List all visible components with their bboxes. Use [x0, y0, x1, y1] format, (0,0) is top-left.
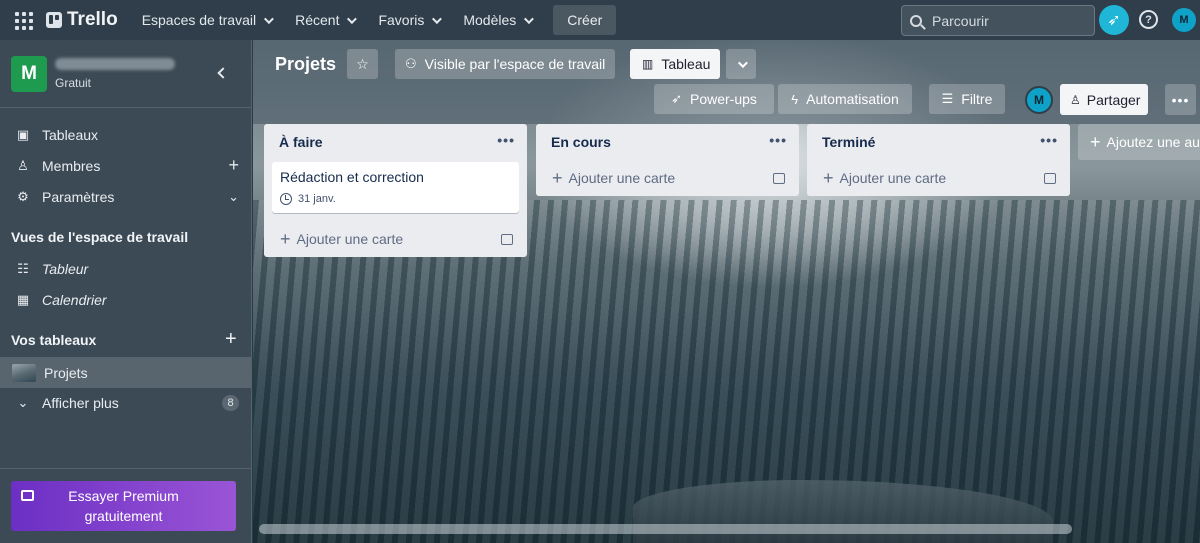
automation-button[interactable]: ϟ Automatisation	[778, 84, 912, 114]
gear-icon: ⚙	[17, 188, 29, 204]
sidebar: M Gratuit ▣ Tableaux ♙ Membres + ⚙ Param…	[0, 40, 252, 543]
list-header[interactable]: À faire •••	[264, 124, 527, 160]
view-switcher-chevron[interactable]	[726, 49, 756, 79]
card-template-icon[interactable]	[501, 233, 513, 245]
add-person-icon: ♙	[1070, 92, 1081, 107]
nav-templates[interactable]: Modèles	[451, 4, 543, 36]
workspace-plan: Gratuit	[55, 75, 92, 90]
trello-logo[interactable]: Trello	[46, 9, 118, 31]
chevron-down-icon: ⌄	[17, 394, 29, 410]
workspace-avatar[interactable]: M	[11, 55, 47, 92]
board-thumbnail	[12, 363, 36, 382]
board-header: Projets ☆ ⚇ Visible par l'espace de trav…	[253, 40, 1200, 124]
logo-text: Trello	[67, 9, 118, 30]
app-switcher-icon[interactable]	[12, 9, 34, 31]
more-options-icon[interactable]: •••	[1165, 84, 1196, 115]
nav-recent[interactable]: Récent	[283, 4, 366, 36]
list-header[interactable]: Terminé •••	[807, 124, 1070, 160]
share-button[interactable]: ♙ Partager	[1060, 84, 1148, 115]
plus-icon: +	[1090, 131, 1101, 152]
create-button[interactable]: Créer	[553, 5, 617, 35]
workspace-views-heading: Vues de l'espace de travail	[11, 229, 189, 245]
try-premium-button[interactable]: Essayer Premium gratuitement	[11, 481, 236, 531]
visibility-button[interactable]: ⚇ Visible par l'espace de travail	[395, 49, 616, 79]
sidebar-divider	[0, 468, 251, 469]
calendar-icon: ▦	[16, 291, 30, 307]
account-avatar[interactable]: M	[1172, 8, 1196, 32]
help-icon[interactable]: ?	[1139, 10, 1158, 29]
chevron-left-icon[interactable]	[217, 67, 229, 79]
add-card-button[interactable]: + Ajouter une carte	[264, 221, 527, 257]
search-icon	[910, 14, 922, 27]
table-icon: ☷	[17, 260, 29, 276]
list-menu-icon[interactable]: •••	[1040, 132, 1058, 148]
plus-icon: +	[823, 167, 834, 188]
card[interactable]: Rédaction et correction 31 janv.	[272, 162, 519, 213]
plus-icon: +	[552, 167, 563, 188]
sidebar-item-members[interactable]: ♙ Membres +	[0, 150, 251, 181]
add-card-button[interactable]: + Ajouter une carte	[807, 160, 1070, 196]
rocket-icon[interactable]: ➶	[1099, 5, 1129, 35]
search-input[interactable]: Parcourir	[901, 5, 1095, 36]
sidebar-item-boards[interactable]: ▣ Tableaux	[0, 119, 251, 150]
list-termine: Terminé ••• + Ajouter une carte	[807, 124, 1070, 196]
list-header[interactable]: En cours •••	[536, 124, 799, 160]
chevron-down-icon	[524, 13, 535, 24]
search-placeholder: Parcourir	[932, 12, 989, 29]
workspace-name-redacted	[55, 57, 175, 70]
horizontal-scrollbar[interactable]	[259, 524, 1072, 534]
filter-button[interactable]: ☰ Filtre	[929, 84, 1005, 114]
add-card-button[interactable]: + Ajouter une carte	[536, 160, 799, 196]
nav-favorites[interactable]: Favoris	[366, 4, 451, 36]
rocket-icon: ➶	[671, 91, 682, 106]
clock-icon	[280, 193, 292, 205]
card-due-date: 31 janv.	[280, 193, 511, 205]
chevron-down-icon	[737, 57, 748, 68]
workspace-header: M Gratuit	[0, 40, 251, 108]
sidebar-item-settings[interactable]: ⚙ Paramètres ⌄	[0, 181, 251, 212]
filter-icon: ☰	[941, 91, 954, 106]
list-a-faire: À faire ••• Rédaction et correction 31 j…	[264, 124, 527, 257]
chevron-down-icon[interactable]: ⌄	[228, 189, 239, 205]
list-menu-icon[interactable]: •••	[497, 132, 515, 148]
sidebar-show-more[interactable]: ⌄ Afficher plus 8	[0, 387, 251, 418]
sidebar-item-table-view[interactable]: ☷ Tableur	[0, 253, 251, 284]
card-template-icon[interactable]	[1044, 172, 1056, 184]
board-title[interactable]: Projets	[275, 54, 336, 75]
plus-icon: +	[280, 228, 291, 249]
card-title: Rédaction et correction	[280, 169, 424, 185]
chevron-down-icon	[432, 13, 443, 24]
lightning-icon: ϟ	[791, 91, 799, 107]
board-member-avatar[interactable]: M	[1025, 86, 1053, 114]
powerups-button[interactable]: ➶ Power-ups	[654, 84, 774, 114]
card-template-icon[interactable]	[773, 172, 785, 184]
gift-icon	[21, 490, 34, 501]
add-board-icon[interactable]: +	[225, 328, 237, 351]
your-boards-heading: Vos tableaux +	[11, 328, 237, 350]
sidebar-board-projets[interactable]: Projets	[0, 357, 251, 388]
list-en-cours: En cours ••• + Ajouter une carte	[536, 124, 799, 196]
star-icon[interactable]: ☆	[347, 49, 378, 79]
chevron-down-icon	[264, 13, 274, 24]
board-canvas: Projets ☆ ⚇ Visible par l'espace de trav…	[253, 40, 1200, 543]
show-more-count: 8	[222, 394, 239, 411]
add-list-button[interactable]: + Ajoutez une autre liste	[1078, 124, 1200, 160]
board-icon: ▣	[16, 126, 30, 142]
add-member-icon[interactable]: +	[228, 155, 239, 176]
board-view-icon: ▥	[642, 57, 654, 71]
board-view-button[interactable]: ▥ Tableau	[630, 49, 720, 79]
person-icon: ♙	[17, 157, 29, 173]
list-menu-icon[interactable]: •••	[769, 132, 787, 148]
sidebar-item-calendar-view[interactable]: ▦ Calendrier	[0, 284, 251, 315]
chevron-down-icon	[347, 13, 358, 24]
trello-logo-icon	[46, 12, 62, 28]
people-icon: ⚇	[405, 56, 417, 71]
nav-workspaces[interactable]: Espaces de travail	[130, 4, 283, 36]
